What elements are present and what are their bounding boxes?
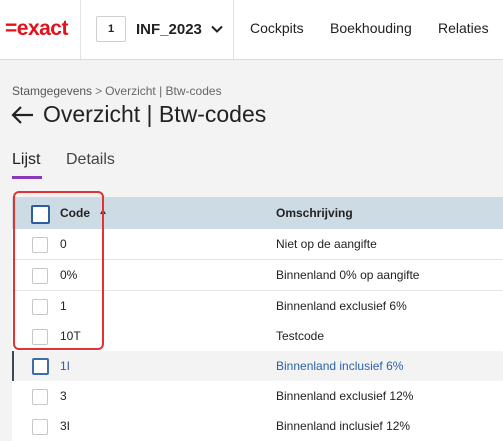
column-header-description[interactable]: Omschrijving xyxy=(276,206,353,220)
back-arrow-icon[interactable] xyxy=(10,102,36,128)
row-description: Binnenland exclusief 12% xyxy=(276,389,414,403)
table-row[interactable]: 1 Binnenland exclusief 6% xyxy=(12,291,503,322)
row-code: 1 xyxy=(60,299,67,313)
nav-boekhouding[interactable]: Boekhouding xyxy=(330,20,412,36)
breadcrumb-separator: > xyxy=(95,84,103,98)
row-code[interactable]: 1I xyxy=(60,359,70,373)
nav-relaties[interactable]: Relaties xyxy=(438,20,489,36)
row-checkbox[interactable] xyxy=(32,329,48,345)
row-description[interactable]: Binnenland inclusief 6% xyxy=(276,359,403,373)
row-checkbox[interactable] xyxy=(32,268,48,284)
table-row[interactable]: 0% Binnenland 0% op aangifte xyxy=(12,260,503,291)
page-title: Overzicht | Btw-codes xyxy=(43,101,267,127)
chevron-down-icon[interactable] xyxy=(210,22,224,36)
table-row[interactable]: 3 Binnenland exclusief 12% xyxy=(12,381,503,412)
administration-switcher[interactable]: 1 INF_2023 xyxy=(96,15,224,43)
table-row[interactable]: 10T Testcode xyxy=(12,321,503,352)
administration-number: 1 xyxy=(96,16,126,42)
row-checkbox[interactable] xyxy=(32,237,48,253)
select-all-checkbox[interactable] xyxy=(31,205,50,224)
btw-codes-grid: Code Omschrijving 0 Niet op de aangifte … xyxy=(12,197,503,441)
breadcrumb: Stamgegevens > Overzicht | Btw-codes xyxy=(12,84,222,98)
divider xyxy=(80,0,81,59)
top-bar: =exact 1 INF_2023 Cockpits Boekhouding R… xyxy=(0,0,503,60)
row-checkbox[interactable] xyxy=(32,389,48,405)
page-header: Overzicht | Btw-codes xyxy=(10,101,266,128)
row-description: Binnenland inclusief 12% xyxy=(276,419,411,433)
row-code: 10T xyxy=(60,329,81,343)
divider xyxy=(233,0,234,59)
administration-name: INF_2023 xyxy=(136,20,202,38)
row-description: Niet op de aangifte xyxy=(276,237,377,251)
breadcrumb-root[interactable]: Stamgegevens xyxy=(12,84,92,98)
row-code: 0% xyxy=(60,268,78,282)
table-row-selected[interactable]: 1I Binnenland inclusief 6% xyxy=(12,351,503,382)
sort-ascending-icon xyxy=(100,209,106,214)
tab-details[interactable]: Details xyxy=(66,151,115,169)
tab-bar: Lijst Details xyxy=(12,151,503,179)
tab-lijst[interactable]: Lijst xyxy=(12,151,40,169)
table-row[interactable]: 0 Niet op de aangifte xyxy=(12,229,503,260)
breadcrumb-current: Overzicht | Btw-codes xyxy=(105,84,222,98)
row-code: 3 xyxy=(60,389,67,403)
row-checkbox[interactable] xyxy=(32,358,49,375)
grid-header: Code Omschrijving xyxy=(12,197,503,229)
exact-logo[interactable]: =exact xyxy=(5,17,68,41)
row-checkbox[interactable] xyxy=(32,299,48,315)
row-checkbox[interactable] xyxy=(32,419,48,435)
nav-cockpits[interactable]: Cockpits xyxy=(250,20,304,36)
row-description: Binnenland exclusief 6% xyxy=(276,299,407,313)
row-description: Binnenland 0% op aangifte xyxy=(276,268,420,282)
table-row[interactable]: 3I Binnenland inclusief 12% xyxy=(12,411,503,441)
row-code: 3I xyxy=(60,419,71,433)
active-tab-indicator xyxy=(12,176,42,179)
row-description: Testcode xyxy=(276,329,325,343)
row-code: 0 xyxy=(60,237,67,251)
column-header-code[interactable]: Code xyxy=(60,206,90,220)
